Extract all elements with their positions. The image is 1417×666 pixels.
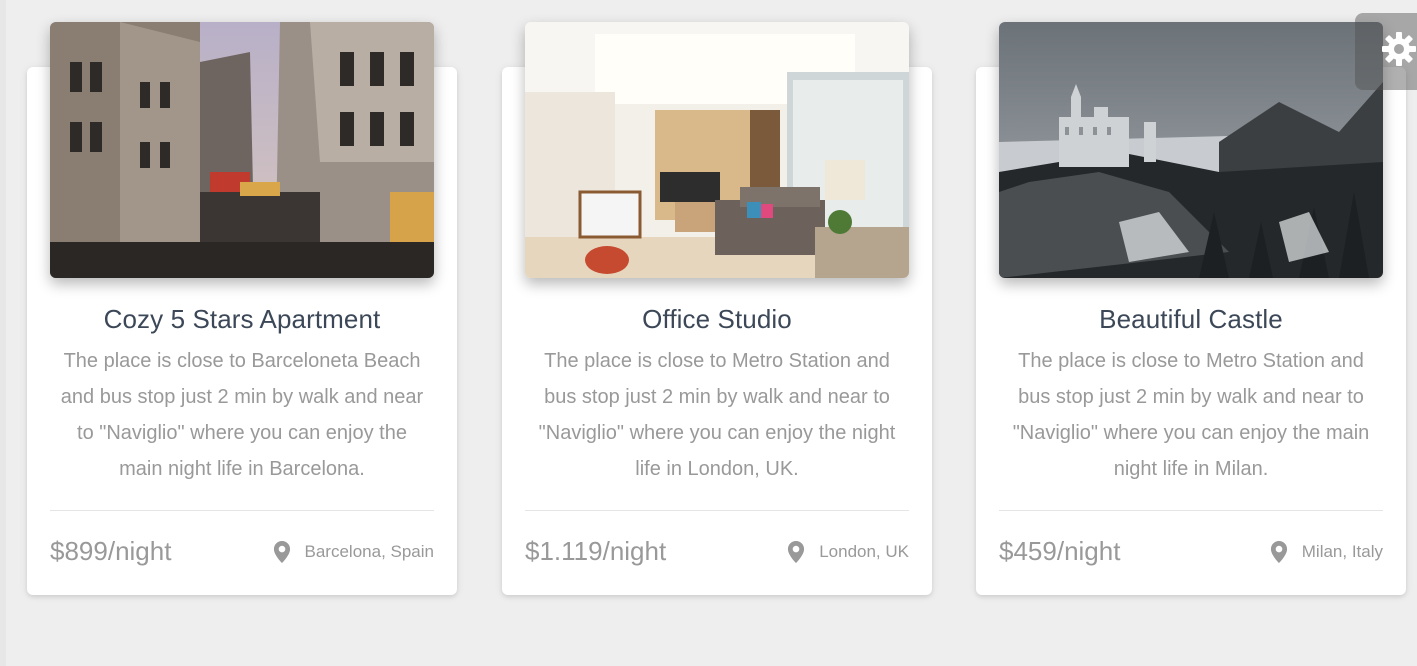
settings-button[interactable]	[1355, 13, 1417, 90]
listing-price: $1.119/night	[525, 536, 667, 566]
listing-price: $899/night	[50, 536, 172, 566]
listing-photo-castle[interactable]	[999, 22, 1383, 278]
listing-card-barcelona[interactable]: Cozy 5 Stars Apartment The place is clos…	[27, 22, 457, 595]
map-pin-icon	[273, 541, 291, 563]
listing-card-milan[interactable]: Beautiful Castle The place is close to M…	[976, 22, 1406, 595]
listing-location-label: Barcelona, Spain	[304, 542, 434, 561]
listing-title[interactable]: Beautiful Castle	[976, 304, 1406, 335]
listing-location: Milan, Italy	[1270, 541, 1383, 563]
listing-location: London, UK	[787, 541, 909, 563]
listing-title[interactable]: Office Studio	[502, 304, 932, 335]
card-divider	[999, 510, 1383, 511]
listing-price: $459/night	[999, 536, 1121, 566]
listing-title[interactable]: Cozy 5 Stars Apartment	[27, 304, 457, 335]
page-left-edge	[0, 0, 6, 666]
listing-photo-living-room[interactable]	[525, 22, 909, 278]
listing-description: The place is close to Barceloneta Beach …	[60, 350, 424, 480]
listing-location-label: London, UK	[819, 542, 909, 561]
listing-description: The place is close to Metro Station and …	[538, 350, 896, 480]
listing-card-london[interactable]: Office Studio The place is close to Metr…	[502, 22, 932, 595]
gear-icon	[1379, 29, 1417, 74]
map-pin-icon	[787, 541, 805, 563]
card-divider	[50, 510, 434, 511]
listing-location-label: Milan, Italy	[1301, 542, 1383, 561]
listing-photo-street[interactable]	[50, 22, 434, 278]
listing-location: Barcelona, Spain	[273, 541, 434, 563]
card-divider	[525, 510, 909, 511]
map-pin-icon	[1270, 541, 1288, 563]
listing-description: The place is close to Metro Station and …	[1012, 350, 1370, 480]
